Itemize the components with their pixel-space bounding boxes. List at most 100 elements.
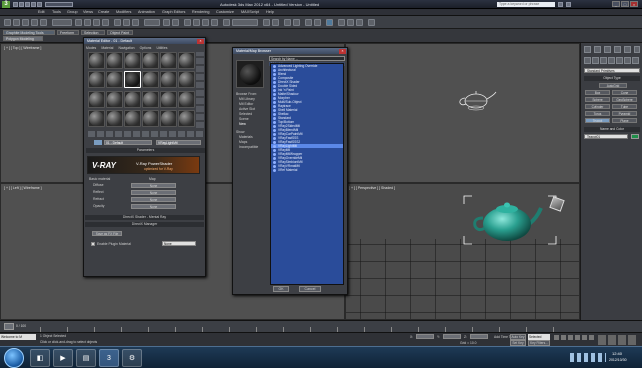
- sample-slot-selected[interactable]: [124, 71, 141, 89]
- space-warps-icon[interactable]: [624, 57, 631, 64]
- viewport-perspective[interactable]: [ + ] [ Perspective ] [ Shaded ]: [345, 183, 580, 320]
- sample-slot[interactable]: [106, 90, 123, 108]
- minimize-button[interactable]: _: [612, 1, 620, 7]
- link-icon[interactable]: [22, 19, 29, 26]
- rollout-directx-shader[interactable]: DirectX Shader - Mental Ray: [85, 215, 204, 220]
- select-and-manipulate-icon[interactable]: [172, 19, 179, 26]
- curve-editor-icon[interactable]: [305, 19, 312, 26]
- maxscript-listener[interactable]: Welcome to M: [0, 334, 36, 340]
- pivot-center-icon[interactable]: [163, 19, 170, 26]
- browser-search-input[interactable]: Search by Name ...: [269, 56, 345, 61]
- tab-selection[interactable]: Selection: [81, 30, 105, 35]
- undo-icon[interactable]: [31, 2, 36, 7]
- sample-slot[interactable]: [160, 71, 177, 89]
- 3dsmax-taskbar-icon[interactable]: 3: [99, 349, 119, 367]
- browse-option-selected[interactable]: Selected: [239, 112, 252, 116]
- unlink-icon[interactable]: [31, 19, 38, 26]
- menu-help[interactable]: Help: [266, 10, 274, 14]
- sample-slot[interactable]: [142, 52, 159, 69]
- cylinder-button[interactable]: Cylinder: [585, 104, 610, 109]
- sphere-button[interactable]: Sphere: [585, 97, 610, 102]
- render-teapot-icon[interactable]: [368, 19, 375, 26]
- menu-modifiers[interactable]: Modifiers: [116, 10, 131, 14]
- start-button[interactable]: [4, 348, 24, 368]
- teapot-object[interactable]: [471, 196, 551, 246]
- sample-slot[interactable]: [142, 71, 159, 89]
- plugin-material-dropdown[interactable]: None: [162, 241, 196, 246]
- sample-side-toolbar[interactable]: [196, 52, 204, 128]
- menu-customize[interactable]: Customize: [216, 10, 234, 14]
- timeline[interactable]: 0 / 100: [0, 320, 642, 332]
- clock-time[interactable]: 12:40: [612, 351, 622, 356]
- show-materials-checkbox[interactable]: Materials: [239, 135, 253, 139]
- spinner-snap-icon[interactable]: [211, 19, 218, 26]
- mirror-icon[interactable]: [263, 19, 270, 26]
- plane-button[interactable]: Plane: [612, 118, 637, 123]
- tab-polygon-modeling[interactable]: Polygon Modeling: [3, 36, 43, 41]
- search-icon[interactable]: [558, 2, 563, 7]
- graphite-toggle-icon[interactable]: [293, 19, 300, 26]
- z-coordinate-field[interactable]: [470, 334, 488, 339]
- rollout-name-and-color[interactable]: Name and Color: [584, 127, 640, 132]
- sample-slot[interactable]: [142, 90, 159, 108]
- diffuse-map-button[interactable]: None: [131, 183, 176, 188]
- sample-slot[interactable]: [178, 109, 195, 127]
- sample-slot[interactable]: [178, 71, 195, 89]
- menu-group[interactable]: Group: [67, 10, 78, 14]
- object-name-field[interactable]: Teapot01: [584, 134, 628, 139]
- torus-button[interactable]: Torus: [585, 111, 610, 116]
- sample-slot[interactable]: [88, 52, 105, 69]
- teapot-button[interactable]: Teapot: [585, 118, 610, 123]
- opacity-map-button[interactable]: None: [131, 204, 176, 209]
- tube-button[interactable]: Tube: [612, 104, 637, 109]
- pyramid-button[interactable]: Pyramid: [612, 111, 637, 116]
- settings-taskbar-icon[interactable]: ⚙: [122, 349, 142, 367]
- menu-create[interactable]: Create: [98, 10, 109, 14]
- show-incompatible-checkbox[interactable]: Incompatible: [239, 145, 258, 149]
- browser-ok-button[interactable]: OK: [273, 286, 289, 292]
- autogrid-checkbox[interactable]: AutoGrid: [599, 83, 627, 88]
- layer-manager-icon[interactable]: [284, 19, 291, 26]
- reflect-map-button[interactable]: None: [131, 190, 176, 195]
- enable-plugin-checkbox[interactable]: [91, 242, 95, 246]
- time-slider-handle[interactable]: [4, 323, 14, 330]
- viewport-label-top[interactable]: [ + ] [ Top ] [ Wireframe ]: [4, 46, 41, 50]
- sample-slot[interactable]: [88, 71, 105, 89]
- viewport-label-left[interactable]: [ + ] [ Left ] [ Wireframe ]: [4, 186, 42, 190]
- sample-slot[interactable]: [106, 109, 123, 127]
- browse-option-active-slot[interactable]: Active Slot: [239, 107, 255, 111]
- sample-slot[interactable]: [88, 90, 105, 108]
- close-button[interactable]: ×: [630, 1, 638, 7]
- rendered-frame-window-icon[interactable]: [347, 19, 354, 26]
- refract-map-button[interactable]: None: [131, 197, 176, 202]
- systems-icon[interactable]: [632, 57, 639, 64]
- material-tool-row[interactable]: [88, 131, 203, 137]
- tab-freeform[interactable]: Freeform: [57, 30, 79, 35]
- explorer-taskbar-icon[interactable]: ◧: [30, 349, 50, 367]
- scale-icon[interactable]: [132, 19, 139, 26]
- align-icon[interactable]: [272, 19, 279, 26]
- schematic-view-icon[interactable]: [314, 19, 321, 26]
- browser-close-button[interactable]: ×: [339, 48, 346, 54]
- material-name-field[interactable]: 01 - Default: [104, 140, 152, 145]
- sample-slot[interactable]: [160, 109, 177, 127]
- eyedropper-icon[interactable]: [94, 140, 102, 145]
- rectangular-selection-icon[interactable]: [93, 19, 100, 26]
- percent-snap-icon[interactable]: [202, 19, 209, 26]
- y-coordinate-field[interactable]: [443, 334, 461, 339]
- sample-slot[interactable]: [124, 109, 141, 127]
- helpers-icon[interactable]: [616, 57, 623, 64]
- material-type-button[interactable]: VRayLightMtl: [156, 140, 201, 145]
- bind-space-warp-icon[interactable]: [40, 19, 47, 26]
- new-file-icon[interactable]: [13, 2, 18, 7]
- sample-slot[interactable]: [178, 52, 195, 69]
- rollout-directx-manager[interactable]: DirectX Manager: [85, 222, 204, 227]
- list-item[interactable]: XRef Material: [271, 168, 343, 172]
- hierarchy-tab-icon[interactable]: [604, 46, 611, 53]
- menu-options[interactable]: Options: [140, 46, 152, 50]
- save-fx-button[interactable]: Save as FX File: [92, 231, 122, 236]
- browser-cancel-button[interactable]: Cancel: [299, 286, 321, 292]
- angle-snap-icon[interactable]: [193, 19, 200, 26]
- menu-material[interactable]: Material: [101, 46, 113, 50]
- open-file-icon[interactable]: [19, 2, 24, 7]
